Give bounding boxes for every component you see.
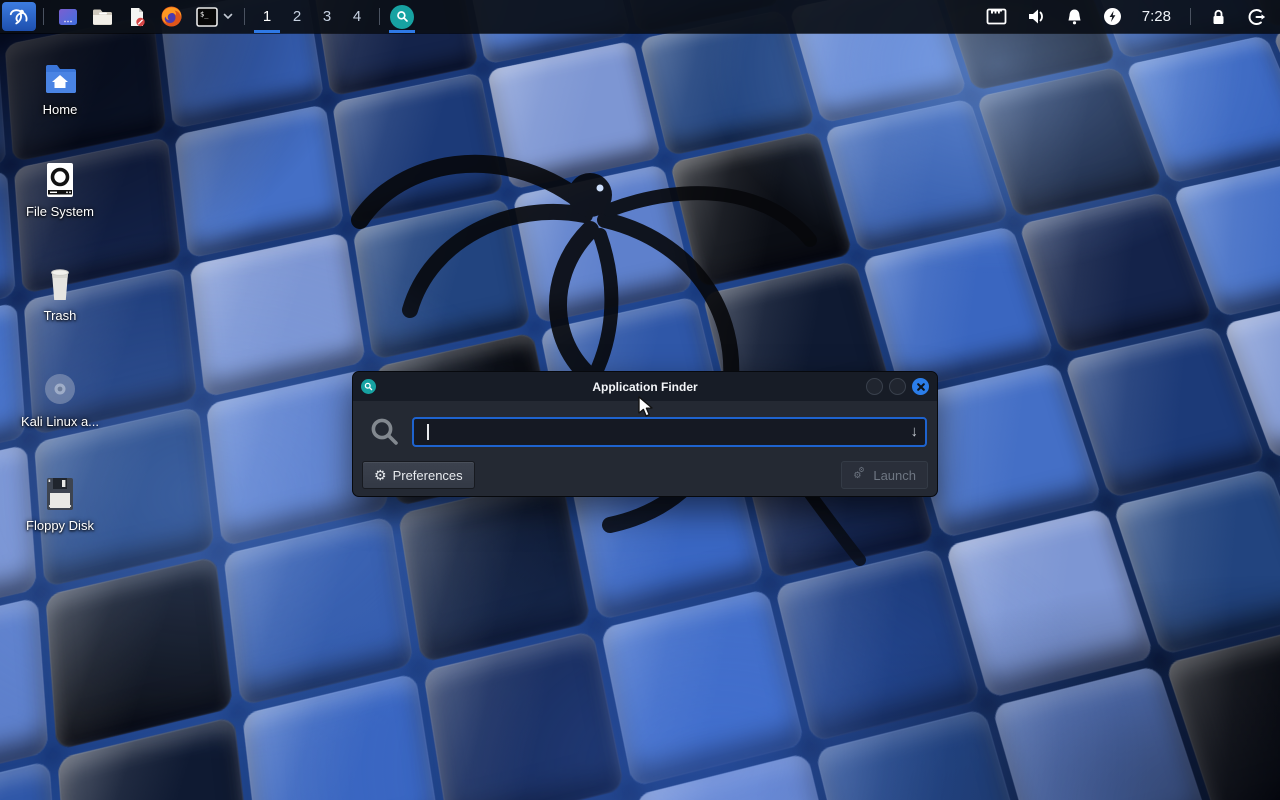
desktop-icon-kali-installer[interactable]: Kali Linux a...: [18, 368, 102, 429]
terminal-dropdown-button[interactable]: [221, 13, 237, 20]
workspace-button-3[interactable]: 3: [312, 0, 342, 33]
workspace-button-1[interactable]: 1: [252, 0, 282, 33]
floppy-icon: [40, 474, 80, 514]
home-folder-icon: [40, 58, 80, 98]
minimize-button[interactable]: [866, 378, 883, 395]
ethernet-icon: [986, 8, 1007, 25]
application-finder-panel-button[interactable]: [387, 0, 417, 33]
power-manager-tray-button[interactable]: [1095, 0, 1130, 33]
trash-icon: [40, 264, 80, 304]
panel-separator: [1190, 8, 1191, 25]
workspace-button-4[interactable]: 4: [342, 0, 372, 33]
cdrom-icon: [39, 368, 81, 410]
panel-launchers: $_ 1 2 3 4: [0, 0, 417, 33]
kali-menu-button[interactable]: [2, 2, 36, 31]
launcher-terminal[interactable]: $_: [189, 0, 221, 33]
launcher-desktop-settings[interactable]: [51, 0, 85, 33]
search-input[interactable]: [414, 419, 925, 445]
workspace-label: 4: [353, 8, 361, 25]
bell-icon: [1066, 8, 1083, 26]
lock-screen-button[interactable]: [1202, 0, 1235, 33]
firefox-icon: [160, 5, 183, 28]
mouse-cursor: [638, 396, 654, 418]
desktop-icon-floppy-disk[interactable]: Floppy Disk: [18, 474, 102, 533]
desktop-icon-home[interactable]: Home: [18, 58, 102, 117]
close-icon: [917, 383, 925, 391]
system-tray: 7:28: [978, 0, 1280, 33]
panel-separator: [379, 8, 380, 25]
notifications-tray-button[interactable]: [1058, 0, 1091, 33]
window-search-icon: [361, 379, 376, 394]
maximize-button[interactable]: [889, 378, 906, 395]
search-icon-large: [369, 416, 401, 448]
desktop-icon-label: Trash: [18, 308, 102, 323]
folder-icon: [91, 6, 114, 28]
preferences-label: Preferences: [393, 468, 463, 483]
logout-icon: [1247, 8, 1266, 26]
desktop-icon-trash[interactable]: Trash: [18, 264, 102, 323]
gear-icon: ⚙: [374, 468, 387, 482]
logout-button[interactable]: [1239, 0, 1274, 33]
terminal-prompt-glyph: $_: [200, 10, 209, 18]
search-icon: [390, 5, 414, 29]
desktop-icon-label: File System: [18, 204, 102, 219]
document-edit-icon: [126, 6, 148, 28]
launcher-web-browser[interactable]: [154, 0, 189, 33]
clock-text: 7:28: [1142, 8, 1171, 25]
speaker-icon: [1027, 8, 1046, 25]
search-entry[interactable]: ↓: [412, 417, 927, 447]
window-title: Application Finder: [353, 380, 937, 394]
volume-tray-button[interactable]: [1019, 0, 1054, 33]
workspace-label: 2: [293, 8, 301, 25]
desktop-icon-label: Kali Linux a...: [18, 414, 102, 429]
terminal-icon: $_: [195, 6, 219, 28]
workspace-button-2[interactable]: 2: [282, 0, 312, 33]
active-app-underline: [389, 30, 415, 33]
desktop-icon-label: Floppy Disk: [18, 518, 102, 533]
lock-icon: [1210, 8, 1227, 26]
network-tray-button[interactable]: [978, 0, 1015, 33]
workspace-label: 1: [263, 8, 271, 25]
text-caret: [427, 424, 429, 440]
launch-gears-icon: ⚙ ⚙: [853, 468, 867, 482]
workspace-label: 3: [323, 8, 331, 25]
close-button[interactable]: [912, 378, 929, 395]
chevron-down-icon: [223, 13, 233, 20]
entry-dropdown-icon[interactable]: ↓: [911, 423, 919, 440]
display-icon: [57, 6, 79, 28]
desktop: $_ 1 2 3 4: [0, 0, 1280, 800]
launch-button[interactable]: ⚙ ⚙ Launch: [841, 461, 928, 489]
top-panel: $_ 1 2 3 4: [0, 0, 1280, 33]
application-finder-window: Application Finder ↓: [352, 371, 938, 497]
preferences-button[interactable]: ⚙ Preferences: [362, 461, 475, 489]
launcher-file-manager[interactable]: [85, 0, 120, 33]
workspace-switcher: 1 2 3 4: [252, 0, 372, 33]
panel-separator: [244, 8, 245, 25]
desktop-icon-label: Home: [18, 102, 102, 117]
desktop-icon-file-system[interactable]: File System: [18, 160, 102, 219]
launcher-text-editor[interactable]: [120, 0, 154, 33]
panel-separator: [43, 8, 44, 25]
clock[interactable]: 7:28: [1134, 0, 1179, 33]
launch-label: Launch: [873, 468, 916, 483]
hard-drive-icon: [40, 160, 80, 200]
power-bolt-icon: [1103, 7, 1122, 26]
kali-dragon-icon: [8, 6, 30, 28]
active-workspace-underline: [254, 30, 280, 33]
